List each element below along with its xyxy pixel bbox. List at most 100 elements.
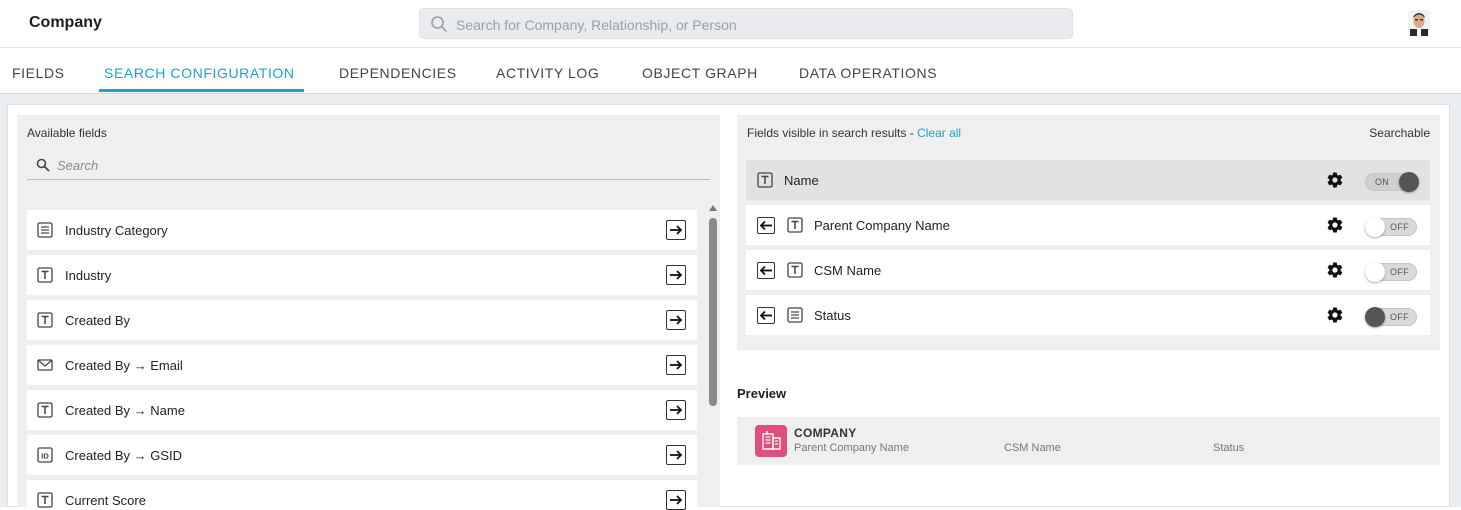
field-label: Created By (65, 313, 131, 328)
toggle-knob (1399, 172, 1419, 192)
text-field-icon (37, 267, 53, 283)
field-label: Industry Category (65, 223, 168, 238)
add-field-button[interactable] (666, 490, 686, 510)
text-field-icon (37, 312, 53, 328)
preview-card: COMPANY Parent Company Name CSM Name Sta… (737, 417, 1440, 465)
remove-field-button[interactable] (757, 262, 775, 279)
text-field-icon (37, 492, 53, 508)
toggle-state-label: OFF (1390, 312, 1409, 322)
toggle-state-label: OFF (1390, 267, 1409, 277)
field-label: Parent Company Name (814, 218, 950, 233)
gear-icon[interactable] (1326, 171, 1344, 189)
arrow-right-icon (670, 225, 683, 235)
available-fields-list: Industry Category Industry Created By Cr… (27, 210, 697, 510)
gear-icon[interactable] (1326, 261, 1344, 279)
text-field-icon (37, 402, 53, 418)
remove-field-button[interactable] (757, 217, 775, 234)
available-fields-title: Available fields (27, 126, 107, 140)
add-field-button[interactable] (666, 400, 686, 420)
available-fields-panel: Available fields Industry Category (17, 115, 720, 510)
svg-text:ID: ID (41, 452, 49, 461)
arrow-right-icon (670, 360, 683, 370)
field-label: Industry (65, 268, 112, 283)
toggle-knob (1365, 217, 1385, 237)
dropdown-list-icon (787, 307, 803, 323)
search-icon (36, 158, 50, 172)
top-bar: Company Search for Company, Relationship… (0, 0, 1461, 48)
field-label: Created By → GSID (65, 448, 183, 463)
arrow-left-icon (759, 220, 772, 231)
arrow-right-icon (670, 405, 683, 415)
tab-object-graph[interactable]: OBJECT GRAPH (642, 65, 758, 81)
dropdown-list-icon (37, 222, 53, 238)
list-item[interactable]: Created By → Name (27, 390, 697, 430)
available-fields-search (27, 149, 710, 180)
arrow-left-icon (759, 310, 772, 321)
search-icon (431, 16, 447, 32)
arrow-right-icon (670, 315, 683, 325)
gear-icon[interactable] (1326, 216, 1344, 234)
toggle-state-label: ON (1375, 177, 1390, 187)
list-item[interactable]: ID Created By → GSID (27, 435, 697, 475)
field-label: Status (814, 308, 851, 323)
scrollbar-thumb[interactable] (709, 218, 717, 406)
arrow-right-icon (670, 450, 683, 460)
add-field-button[interactable] (666, 445, 686, 465)
clear-all-link[interactable]: Clear all (917, 126, 961, 140)
available-fields-search-input[interactable] (57, 155, 657, 175)
gear-icon[interactable] (1326, 306, 1344, 324)
visible-field-row[interactable]: CSM Name OFF (746, 250, 1430, 290)
visible-field-row[interactable]: Name ON (746, 160, 1430, 200)
field-label: CSM Name (814, 263, 882, 278)
searchable-toggle[interactable]: OFF (1365, 262, 1417, 282)
list-item[interactable]: Created By → Email (27, 345, 697, 385)
visible-fields-panel: Fields visible in search results - Clear… (737, 115, 1440, 350)
add-field-button[interactable] (666, 355, 686, 375)
searchable-toggle[interactable]: OFF (1365, 217, 1417, 237)
list-item[interactable]: Current Score (27, 480, 697, 510)
field-label: Created By → Name (65, 403, 185, 418)
tab-bar: FIELDS SEARCH CONFIGURATION DEPENDENCIES… (0, 48, 1461, 94)
toggle-state-label: OFF (1390, 222, 1409, 232)
text-field-icon (787, 262, 803, 278)
field-label: Name (784, 173, 819, 188)
list-item[interactable]: Industry (27, 255, 697, 295)
tab-data-operations[interactable]: DATA OPERATIONS (799, 65, 937, 81)
preview-column: CSM Name (1004, 442, 1061, 454)
page-title: Company (29, 14, 102, 31)
toggle-knob (1365, 262, 1385, 282)
preview-object-name: COMPANY (794, 426, 857, 440)
scroll-up-icon[interactable] (709, 205, 717, 211)
available-fields-scrollbar[interactable] (709, 205, 717, 505)
id-field-icon: ID (37, 447, 53, 463)
avatar[interactable] (1408, 10, 1430, 36)
add-field-button[interactable] (666, 310, 686, 330)
remove-field-button[interactable] (757, 307, 775, 324)
tab-fields[interactable]: FIELDS (12, 65, 65, 81)
add-field-button[interactable] (666, 265, 686, 285)
list-item[interactable]: Industry Category (27, 210, 697, 250)
tab-activity-log[interactable]: ACTIVITY LOG (496, 65, 599, 81)
preview-title: Preview (737, 386, 787, 401)
global-search-placeholder: Search for Company, Relationship, or Per… (456, 17, 737, 33)
arrow-left-icon (759, 265, 772, 276)
preview-column: Parent Company Name (794, 442, 909, 454)
email-icon (37, 359, 53, 371)
text-field-icon (787, 217, 803, 233)
preview-column: Status (1213, 442, 1245, 454)
searchable-toggle[interactable]: ON (1365, 172, 1419, 192)
company-icon (755, 425, 787, 457)
add-field-button[interactable] (666, 220, 686, 240)
tab-search-configuration[interactable]: SEARCH CONFIGURATION (104, 65, 295, 81)
field-label: Created By → Email (65, 358, 183, 373)
toggle-knob (1365, 307, 1385, 327)
visible-field-row[interactable]: Status OFF (746, 295, 1430, 335)
searchable-toggle[interactable]: OFF (1365, 307, 1417, 327)
tab-dependencies[interactable]: DEPENDENCIES (339, 65, 457, 81)
arrow-right-icon (670, 495, 683, 505)
visible-field-row[interactable]: Parent Company Name OFF (746, 205, 1430, 245)
visible-fields-title-text: Fields visible in search results - (747, 126, 918, 140)
global-search-input[interactable]: Search for Company, Relationship, or Per… (419, 8, 1073, 39)
field-label: Current Score (65, 493, 146, 508)
list-item[interactable]: Created By (27, 300, 697, 340)
